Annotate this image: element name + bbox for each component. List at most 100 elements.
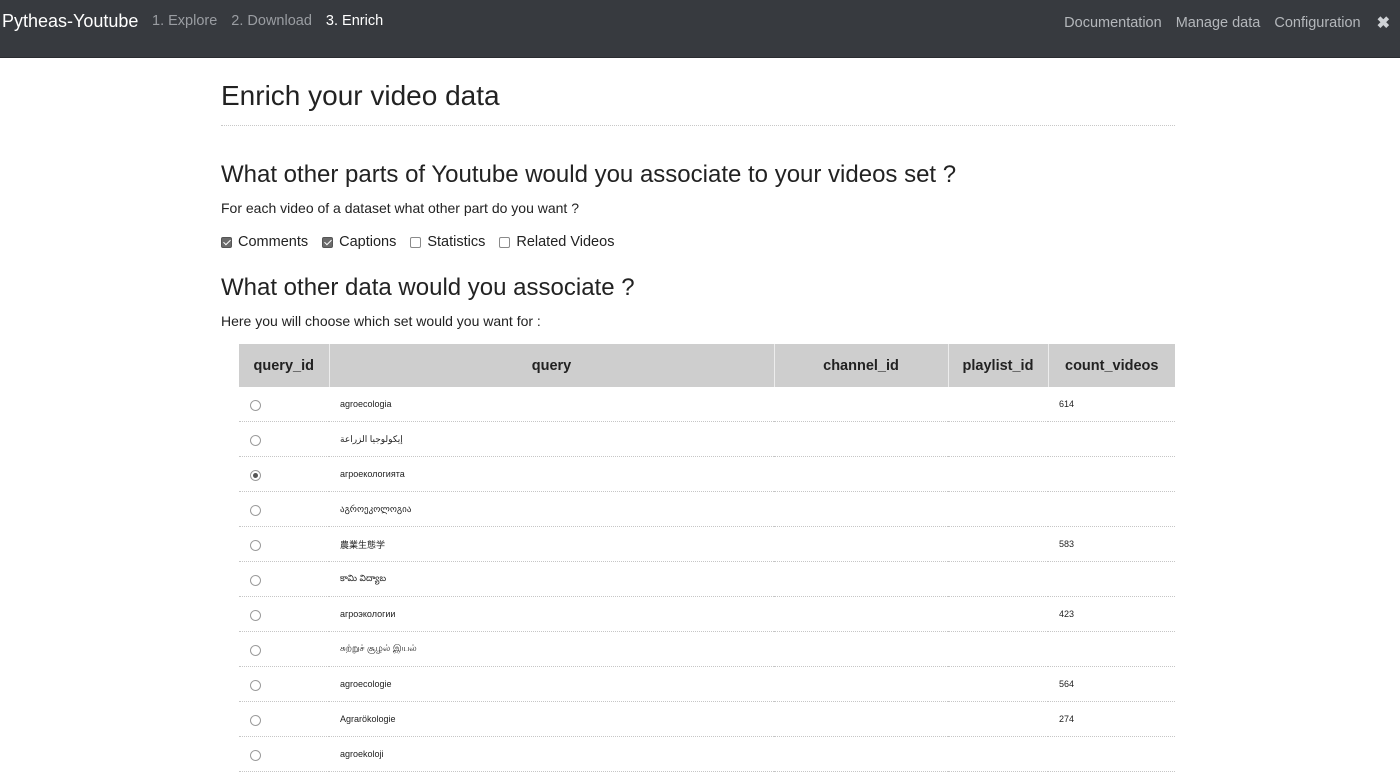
- nav-configuration-link[interactable]: Configuration: [1274, 15, 1360, 31]
- radio-unselected-icon[interactable]: [250, 714, 261, 726]
- playlist-id-cell: [948, 561, 1048, 597]
- checkbox-checked-icon[interactable]: [322, 236, 334, 248]
- nav-documentation-link[interactable]: Documentation: [1064, 15, 1162, 31]
- column-header-query-id[interactable]: query_id: [239, 344, 330, 387]
- count-videos-cell: [1048, 561, 1175, 597]
- playlist-id-cell: [948, 456, 1048, 492]
- query-text: إيكولوجيا الزراعة: [340, 433, 403, 444]
- table-row[interactable]: агроэкологии 423: [239, 596, 1175, 632]
- checkbox-unchecked-icon[interactable]: [410, 236, 422, 248]
- radio-unselected-icon[interactable]: [250, 399, 261, 411]
- count-videos-text: 614: [1059, 399, 1075, 409]
- nav-step-download[interactable]: 2. Download: [231, 13, 312, 29]
- checkbox-unchecked-icon[interactable]: [499, 236, 511, 248]
- radio-unselected-icon[interactable]: [250, 434, 261, 446]
- count-videos-cell: 564: [1048, 666, 1175, 702]
- count-videos-cell: [1048, 421, 1175, 457]
- query-id-cell: [239, 701, 329, 737]
- radio-unselected-icon[interactable]: [250, 539, 261, 551]
- count-videos-text: 274: [1059, 714, 1075, 724]
- table-body: agroecologia 614 إيكولوجيا الزراعة агроекол…: [239, 387, 1175, 772]
- query-text: agroekoloji: [340, 749, 384, 759]
- count-videos-cell: 274: [1048, 701, 1175, 737]
- count-videos-cell: [1048, 736, 1175, 772]
- query-text: agroecologie: [340, 679, 392, 689]
- query-id-cell: [239, 666, 329, 702]
- query-table: query_id query channel_id playlist_id co…: [239, 344, 1175, 772]
- table-row[interactable]: agroecologia 614: [239, 387, 1175, 422]
- radio-unselected-icon[interactable]: [250, 574, 261, 586]
- table-header-row: query_id query channel_id playlist_id co…: [239, 344, 1175, 387]
- table-row[interactable]: إيكولوجيا الزراعة: [239, 421, 1175, 457]
- nav-step-enrich[interactable]: 3. Enrich: [326, 13, 383, 29]
- query-text: агроэкологии: [340, 609, 396, 619]
- captions-checkbox[interactable]: Captions: [322, 234, 396, 250]
- count-videos-cell: 583: [1048, 526, 1175, 562]
- close-icon[interactable]: ✖: [1377, 13, 1390, 33]
- query-cell: కామి విద్యాబ: [329, 561, 774, 597]
- data-section-heading: What other data would you associate ?: [221, 274, 635, 301]
- radio-unselected-icon[interactable]: [250, 749, 261, 761]
- count-videos-text: 583: [1059, 539, 1075, 549]
- table-row[interactable]: 農業生態学 583: [239, 526, 1175, 562]
- radio-unselected-icon[interactable]: [250, 504, 261, 516]
- query-id-cell: [239, 526, 329, 562]
- comments-checkbox[interactable]: Comments: [221, 234, 308, 250]
- brand-link[interactable]: Pytheas-Youtube: [2, 11, 138, 32]
- title-divider: [221, 125, 1175, 126]
- count-videos-text: 423: [1059, 609, 1075, 619]
- table-row[interactable]: Agrarökologie 274: [239, 701, 1175, 737]
- query-cell: agroecologia: [329, 387, 774, 422]
- query-id-cell: [239, 596, 329, 632]
- table-row[interactable]: కామి విద్యాబ: [239, 561, 1175, 597]
- channel-id-cell: [774, 421, 948, 457]
- channel-id-cell: [774, 491, 948, 527]
- parts-checkbox-group: Comments Captions Statistics Related Vid…: [221, 234, 614, 250]
- table-row[interactable]: აგროეკოლოგია: [239, 491, 1175, 527]
- column-header-count-videos[interactable]: count_videos: [1048, 344, 1175, 387]
- channel-id-cell: [774, 456, 948, 492]
- channel-id-cell: [774, 526, 948, 562]
- playlist-id-cell: [948, 387, 1048, 422]
- checkbox-checked-icon[interactable]: [221, 236, 232, 248]
- query-text: Agrarökologie: [340, 714, 396, 724]
- radio-unselected-icon[interactable]: [250, 609, 261, 621]
- channel-id-cell: [774, 596, 948, 632]
- playlist-id-cell: [948, 421, 1048, 457]
- statistics-checkbox[interactable]: Statistics: [410, 234, 485, 250]
- channel-id-cell: [774, 631, 948, 667]
- checkbox-label: Comments: [238, 234, 309, 250]
- count-videos-cell: 614: [1048, 387, 1175, 422]
- playlist-id-cell: [948, 526, 1048, 562]
- query-cell: агроэкологии: [329, 596, 774, 632]
- query-text: აგროეკოლოგია: [340, 503, 412, 514]
- checkbox-label: Captions: [339, 234, 397, 250]
- query-id-cell: [239, 421, 329, 457]
- channel-id-cell: [774, 736, 948, 772]
- query-cell: 農業生態学: [329, 526, 774, 562]
- query-cell: إيكولوجيا الزراعة: [329, 421, 774, 457]
- table-row[interactable]: agroekoloji: [239, 736, 1175, 772]
- nav-step-explore[interactable]: 1. Explore: [152, 13, 217, 29]
- query-id-cell: [239, 736, 329, 772]
- page-title: Enrich your video data: [221, 80, 500, 111]
- table-row[interactable]: agroecologie 564: [239, 666, 1175, 702]
- radio-unselected-icon[interactable]: [250, 644, 261, 656]
- related-videos-checkbox[interactable]: Related Videos: [499, 234, 614, 250]
- nav-manage-data-link[interactable]: Manage data: [1176, 15, 1261, 31]
- query-cell: აგროეკოლოგია: [329, 491, 774, 527]
- radio-unselected-icon[interactable]: [250, 679, 261, 691]
- count-videos-text: 564: [1059, 679, 1075, 689]
- count-videos-cell: [1048, 631, 1175, 667]
- radio-selected-icon[interactable]: [250, 469, 261, 481]
- column-header-playlist-id[interactable]: playlist_id: [948, 344, 1049, 387]
- table-row[interactable]: агроекологията: [239, 456, 1175, 492]
- playlist-id-cell: [948, 701, 1048, 737]
- count-videos-cell: [1048, 456, 1175, 492]
- query-text: சுற்றுச் சூழல் இயல்: [340, 643, 417, 653]
- table-row[interactable]: சுற்றுச் சூழல் இயல்: [239, 631, 1175, 667]
- query-text: కామి విద్యాబ: [340, 572, 387, 583]
- column-header-query[interactable]: query: [329, 344, 775, 387]
- column-header-channel-id[interactable]: channel_id: [774, 344, 949, 387]
- query-cell: agroekoloji: [329, 736, 774, 772]
